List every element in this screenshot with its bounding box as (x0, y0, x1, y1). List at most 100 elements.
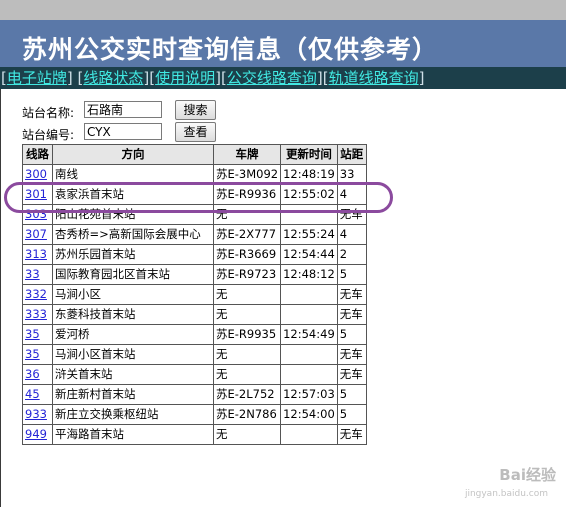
line-number-link[interactable]: 300 (25, 167, 47, 181)
line-number-link[interactable]: 35 (25, 327, 40, 341)
direction-cell: 国际教育园北区首末站 (52, 264, 214, 285)
stop-distance-cell: 4 (336, 184, 367, 205)
table-row: 300 南线 苏E-3M092 12:48:19 33 (22, 164, 367, 185)
plate-cell: 无 (212, 284, 282, 305)
table-row: 307 杏秀桥=>高新国际会展中心 苏E-2X777 12:55:24 4 (22, 224, 367, 245)
direction-cell: 南线 (52, 164, 214, 185)
stop-distance-cell: 无车 (336, 424, 367, 445)
column-header-direction: 方向 (52, 144, 214, 165)
direction-cell: 平海路首末站 (52, 424, 214, 445)
update-time-cell: 12:55:24 (280, 224, 338, 245)
plate-cell: 苏E-R9723 (212, 264, 282, 285)
line-number-link[interactable]: 301 (25, 187, 47, 201)
update-time-cell: 12:57:03 (280, 384, 338, 405)
update-time-cell (280, 284, 338, 305)
direction-cell: 马涧小区 (52, 284, 214, 305)
station-code-label: 站台编号: (22, 128, 75, 142)
table-row: 35 爱河桥 苏E-R9935 12:54:49 5 (22, 324, 367, 345)
stop-distance-cell: 5 (336, 404, 367, 425)
line-number-link[interactable]: 45 (25, 387, 40, 401)
plate-cell: 无 (212, 424, 282, 445)
nav-links: [电子站牌] [线路状态][使用说明][公交线路查询][轨道线路查询] (1, 69, 425, 87)
line-number-link[interactable]: 307 (25, 227, 47, 241)
table-row: 303 阳山花苑首末站无 无车 (22, 204, 367, 225)
column-header-plate: 车牌 (212, 144, 282, 165)
table-row: 949 平海路首末站无 无车 (22, 424, 367, 445)
direction-cell: 马涧小区首末站 (52, 344, 214, 365)
stop-distance-cell: 5 (336, 264, 367, 285)
table-row: 33 国际教育园北区首末站 苏E-R9723 12:48:12 5 (22, 264, 367, 285)
line-cell: 313 (22, 244, 53, 265)
direction-cell: 杏秀桥=>高新国际会展中心 (52, 224, 214, 245)
baidu-watermark-url: jingyan.baidu.com (464, 489, 548, 499)
plate-cell: 无 (212, 304, 282, 325)
bus-realtime-table: 线路 方向 车牌 更新时间 站距 300 南线 苏E-3M092 12:48:19 33… (22, 144, 367, 445)
left-border (0, 89, 1, 507)
table-row: 333 东菱科技首末站无 无车 (22, 304, 367, 325)
direction-cell: 东菱科技首末站 (52, 304, 214, 325)
column-header-stop-distance: 站距 (336, 144, 367, 165)
plate-cell: 苏E-R3669 (212, 244, 282, 265)
stop-distance-cell: 4 (336, 224, 367, 245)
update-time-cell: 12:54:00 (280, 404, 338, 425)
column-header-update-time: 更新时间 (280, 144, 338, 165)
direction-cell: 阳山花苑首末站 (52, 204, 214, 225)
line-cell: 36 (22, 364, 53, 385)
line-cell: 45 (22, 384, 53, 405)
nav-link-usage-guide[interactable]: 使用说明 (155, 69, 215, 87)
line-cell: 300 (22, 164, 53, 185)
update-time-cell: 12:54:49 (280, 324, 338, 345)
baidu-watermark: Bai经验 (499, 466, 556, 484)
nav-link-station-board[interactable]: 电子站牌 (7, 69, 67, 87)
station-code-input[interactable] (84, 123, 162, 140)
line-cell: 949 (22, 424, 53, 445)
line-cell: 33 (22, 264, 53, 285)
direction-cell: 袁家浜首末站 (52, 184, 214, 205)
station-name-label: 站台名称: (22, 106, 75, 120)
plate-cell: 无 (212, 344, 282, 365)
direction-cell: 新庄立交换乘枢纽站 (52, 404, 214, 425)
update-time-cell (280, 344, 338, 365)
line-number-link[interactable]: 333 (25, 307, 47, 321)
line-number-link[interactable]: 303 (25, 207, 47, 221)
page-title: 苏州公交实时查询信息（仅供参考） (22, 35, 439, 64)
table-row: 301 袁家浜首末站 苏E-R9936 12:55:02 4 (22, 184, 367, 205)
line-cell: 301 (22, 184, 53, 205)
nav-link-line-status[interactable]: 线路状态 (83, 69, 143, 87)
direction-cell: 爱河桥 (52, 324, 214, 345)
station-name-input[interactable] (84, 101, 162, 118)
stop-distance-cell: 2 (336, 244, 367, 265)
stop-distance-cell: 无车 (336, 344, 367, 365)
line-number-link[interactable]: 35 (25, 347, 40, 361)
line-cell: 303 (22, 204, 53, 225)
plate-cell: 苏E-2L752 (212, 384, 282, 405)
plate-cell: 无 (212, 204, 282, 225)
nav-link-bus-line-query[interactable]: 公交线路查询 (227, 69, 317, 87)
update-time-cell: 12:55:02 (280, 184, 338, 205)
view-button[interactable]: 查看 (175, 122, 216, 142)
line-number-link[interactable]: 33 (25, 267, 40, 281)
line-number-link[interactable]: 36 (25, 367, 40, 381)
line-number-link[interactable]: 949 (25, 427, 47, 441)
nav-link-rail-line-query[interactable]: 轨道线路查询 (329, 69, 419, 87)
plate-cell: 苏E-2X777 (212, 224, 282, 245)
line-number-link[interactable]: 313 (25, 247, 47, 261)
update-time-cell (280, 304, 338, 325)
line-cell: 35 (22, 344, 53, 365)
line-number-link[interactable]: 332 (25, 287, 47, 301)
line-cell: 35 (22, 324, 53, 345)
line-cell: 307 (22, 224, 53, 245)
direction-cell: 苏州乐园首末站 (52, 244, 214, 265)
line-number-link[interactable]: 933 (25, 407, 47, 421)
stop-distance-cell: 5 (336, 384, 367, 405)
update-time-cell: 12:48:19 (280, 164, 338, 185)
update-time-cell (280, 424, 338, 445)
line-cell: 332 (22, 284, 53, 305)
top-strip (0, 0, 566, 20)
table-row: 35 马涧小区首末站无 无车 (22, 344, 367, 365)
search-button[interactable]: 搜索 (175, 100, 216, 120)
stop-distance-cell: 无车 (336, 204, 367, 225)
update-time-cell: 12:48:12 (280, 264, 338, 285)
table-row: 933 新庄立交换乘枢纽站 苏E-2N786 12:54:00 5 (22, 404, 367, 425)
stop-distance-cell: 无车 (336, 364, 367, 385)
